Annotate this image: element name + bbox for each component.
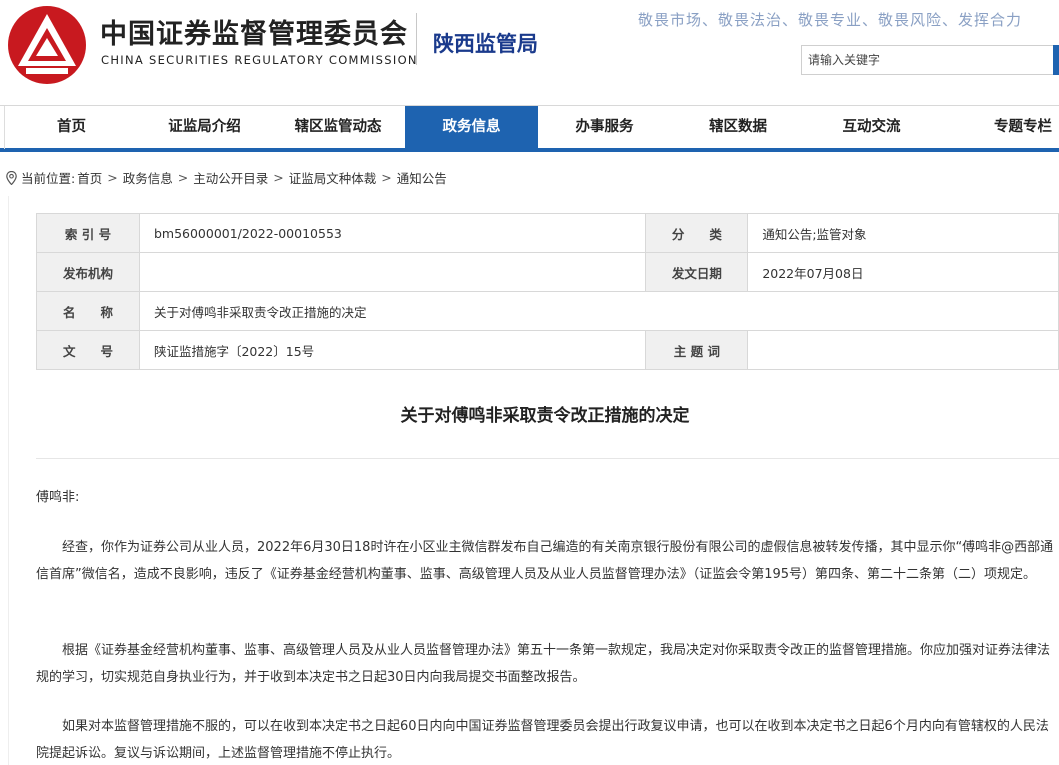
- nav-item-data[interactable]: 辖区数据: [671, 106, 805, 149]
- nav-item-interaction[interactable]: 互动交流: [805, 106, 938, 149]
- table-row: 发布机构 发文日期 2022年07月08日: [36, 252, 1059, 292]
- breadcrumb-separator: >: [177, 170, 189, 185]
- org-name-en: CHINA SECURITIES REGULATORY COMMISSION: [101, 53, 418, 67]
- date-label: 发文日期: [645, 252, 749, 292]
- nav-item-intro[interactable]: 证监局介绍: [138, 106, 271, 149]
- category-value: 通知公告;监管对象: [747, 213, 1059, 253]
- paragraph-1: 经查，你作为证券公司从业人员，2022年6月30日18时许在小区业主微信群发布自…: [36, 540, 1054, 582]
- slogan: 敬畏市场、敬畏法治、敬畏专业、敬畏风险、发挥合力: [638, 11, 1023, 29]
- breadcrumb-item-catalog[interactable]: 主动公开目录: [193, 168, 268, 187]
- name-value: 关于对傅鸣非采取责令改正措施的决定: [138, 291, 1059, 331]
- breadcrumb-prefix: 当前位置:: [21, 171, 76, 186]
- table-row: 文 号 陕证监措施字〔2022〕15号 主 题 词: [36, 330, 1059, 370]
- document-meta-table: 索 引 号 bm56000001/2022-00010553 分 类 通知公告;…: [36, 213, 1059, 370]
- docno-value: 陕证监措施字〔2022〕15号: [138, 330, 647, 370]
- breadcrumb-item-notices[interactable]: 通知公告: [397, 168, 447, 187]
- document-title: 关于对傅鸣非采取责令改正措施的决定: [400, 406, 690, 426]
- publisher-value: [138, 252, 647, 292]
- paragraph-3: 如果对本监督管理措施不服的，可以在收到本决定书之日起60日内向中国证券监督管理委…: [36, 719, 1049, 761]
- index-label: 索 引 号: [36, 213, 140, 253]
- breadcrumb-separator: >: [381, 170, 392, 185]
- category-label: 分 类: [645, 213, 749, 253]
- search-input[interactable]: [802, 46, 1052, 74]
- nav-item-home[interactable]: 首页: [5, 106, 138, 149]
- site-header: 中国证券监督管理委员会 CHINA SECURITIES REGULATORY …: [0, 0, 1059, 105]
- org-name-cn: 中国证券监督管理委员会: [100, 19, 408, 50]
- table-row: 名 称 关于对傅鸣非采取责令改正措施的决定: [36, 291, 1059, 331]
- publisher-label: 发布机构: [36, 252, 140, 292]
- table-row: 索 引 号 bm56000001/2022-00010553 分 类 通知公告;…: [36, 213, 1059, 253]
- header-divider: [416, 13, 417, 65]
- date-value: 2022年07月08日: [747, 252, 1059, 292]
- search-button[interactable]: [1053, 45, 1059, 75]
- nav-item-services[interactable]: 办事服务: [538, 106, 671, 149]
- breadcrumb-item-home[interactable]: 首页: [77, 168, 102, 187]
- breadcrumb-item-gov-info[interactable]: 政务信息: [123, 168, 173, 187]
- breadcrumb-separator: >: [107, 170, 118, 185]
- nav-item-regional-news[interactable]: 辖区监管动态: [271, 106, 405, 149]
- docno-label: 文 号: [36, 330, 140, 370]
- nav-item-topics[interactable]: 专题专栏: [938, 106, 1059, 149]
- index-value: bm56000001/2022-00010553: [138, 213, 647, 253]
- paragraph-2: 根据《证券基金经营机构董事、监事、高级管理人员及从业人员监督管理办法》第五十一条…: [36, 643, 1051, 685]
- title-divider: [36, 458, 1059, 459]
- addressee: 傅鸣非:: [36, 490, 80, 505]
- main-nav: 首页 证监局介绍 辖区监管动态 政务信息 办事服务 辖区数据 互动交流 专题专栏: [0, 105, 1059, 152]
- search-box: [801, 45, 1059, 75]
- bureau-name: 陕西监管局: [433, 32, 538, 56]
- keywords-value: [747, 330, 1059, 370]
- breadcrumb-separator: >: [273, 170, 284, 185]
- csrc-logo-icon[interactable]: [6, 4, 88, 86]
- name-label: 名 称: [36, 291, 140, 331]
- keywords-label: 主 题 词: [645, 330, 749, 370]
- location-pin-icon: [6, 170, 17, 185]
- breadcrumb: 当前位置: 首页 > 政务信息 > 主动公开目录 > 证监局文种体裁 > 通知公…: [6, 168, 447, 187]
- nav-item-gov-info[interactable]: 政务信息: [405, 106, 538, 149]
- breadcrumb-item-doc-type[interactable]: 证监局文种体裁: [289, 168, 377, 187]
